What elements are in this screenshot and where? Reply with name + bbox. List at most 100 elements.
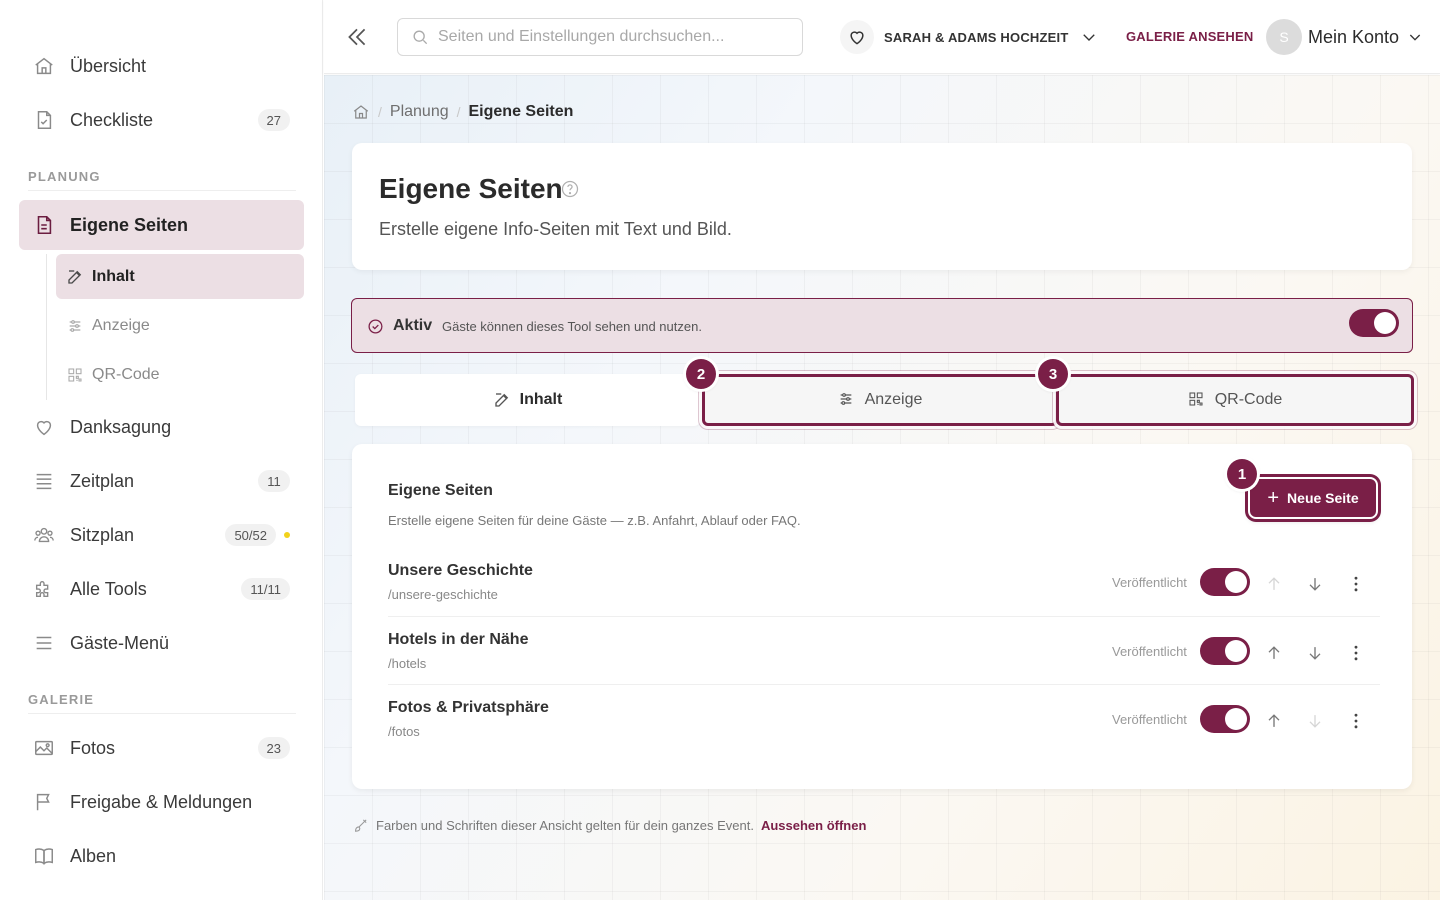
collapse-sidebar-icon[interactable] [344, 24, 370, 50]
table-row: Unsere Geschichte /unsere-geschichte Ver… [388, 552, 1380, 620]
page-row-title[interactable]: Hotels in der Nähe [388, 631, 528, 649]
list-icon [33, 470, 55, 492]
people-icon [33, 524, 55, 546]
open-appearance-link[interactable]: Aussehen öffnen [761, 818, 866, 833]
home-icon[interactable] [352, 103, 370, 121]
tab-label: Inhalt [519, 391, 563, 408]
image-icon [33, 737, 55, 759]
sidebar-item-fotos[interactable]: Fotos 23 [19, 723, 304, 773]
tab-label: Anzeige [864, 391, 923, 408]
arrow-down-icon[interactable] [1305, 711, 1325, 731]
tab-qr-code[interactable]: QR-Code [1056, 374, 1414, 426]
sidebar-item-label: Danksagung [70, 416, 172, 437]
account-menu[interactable]: S Mein Konto [1266, 19, 1423, 55]
section-label-planung: PLANUNG [28, 169, 101, 184]
publish-toggle[interactable] [1200, 705, 1250, 733]
arrow-up-icon[interactable] [1264, 574, 1284, 594]
chevron-down-icon [1407, 29, 1423, 45]
breadcrumb-separator: / [456, 104, 461, 120]
search-icon [410, 27, 430, 47]
breadcrumb-separator: / [378, 104, 382, 120]
count-badge: 11 [258, 470, 290, 492]
sidebar-item-label: Gäste-Menü [70, 632, 170, 653]
card-title: Eigene Seiten [388, 482, 493, 499]
document-icon [33, 214, 55, 236]
card-description: Erstelle eigene Seiten für deine Gäste —… [388, 513, 801, 528]
active-toggle[interactable] [1349, 309, 1399, 337]
avatar: S [1266, 19, 1302, 55]
pages-card: Eigene Seiten Erstelle eigene Seiten für… [352, 444, 1412, 789]
sidebar-item-freigabe[interactable]: Freigabe & Meldungen [19, 777, 304, 827]
page-title: Eigene Seiten [379, 173, 563, 204]
step-badge-3: 3 [1038, 359, 1068, 389]
arrow-down-icon[interactable] [1305, 643, 1325, 663]
sidebar-item-uebersicht[interactable]: Übersicht [19, 41, 304, 91]
count-badge: 11/11 [241, 578, 290, 600]
sidebar-subitem-inhalt[interactable]: Inhalt [56, 254, 304, 299]
event-selector[interactable]: SARAH & ADAMS HOCHZEIT [840, 20, 1098, 54]
sidebar-subitem-qr-code[interactable]: QR-Code [56, 352, 304, 397]
publish-toggle[interactable] [1200, 637, 1250, 665]
sidebar-item-label: Alben [70, 845, 117, 866]
sidebar-item-sitzplan[interactable]: Sitzplan 50/52 [19, 510, 304, 560]
page-row-path: /fotos [388, 724, 420, 739]
row-divider [388, 616, 1380, 617]
page-row-path: /unsere-geschichte [388, 587, 498, 602]
page-row-title[interactable]: Fotos & Privatsphäre [388, 699, 549, 717]
sidebar-subitem-label: QR-Code [92, 365, 160, 383]
sidebar-item-zeitplan[interactable]: Zeitplan 11 [19, 456, 304, 506]
sidebar-subitem-label: Inhalt [92, 267, 135, 285]
brush-icon [352, 817, 369, 834]
publish-toggle[interactable] [1200, 568, 1250, 596]
more-options-icon[interactable] [1346, 643, 1366, 663]
sidebar-item-label: Zeitplan [70, 470, 135, 491]
edit-icon [66, 268, 84, 286]
publish-status: Veröffentlicht [1112, 712, 1187, 727]
top-bar: SARAH & ADAMS HOCHZEIT GALERIE ANSEHEN S… [324, 0, 1440, 74]
sidebar-subitem-anzeige[interactable]: Anzeige [56, 303, 304, 348]
sidebar-item-alle-tools[interactable]: Alle Tools 11/11 [19, 564, 304, 614]
sidebar-item-checkliste[interactable]: Checkliste 27 [19, 95, 304, 145]
new-page-button[interactable]: + Neue Seite [1248, 477, 1378, 519]
puzzle-icon [33, 578, 55, 600]
tab-anzeige[interactable]: Anzeige [702, 374, 1058, 426]
breadcrumb-current: Eigene Seiten [468, 103, 574, 120]
page-row-title[interactable]: Unsere Geschichte [388, 562, 533, 580]
page-description: Erstelle eigene Info-Seiten mit Text und… [379, 219, 732, 239]
view-gallery-link[interactable]: GALERIE ANSEHEN [1126, 29, 1253, 44]
help-icon[interactable] [560, 179, 580, 199]
row-divider [388, 684, 1380, 685]
plus-icon: + [1267, 487, 1280, 509]
arrow-down-icon[interactable] [1305, 574, 1325, 594]
sidebar-item-alben[interactable]: Alben [19, 831, 304, 881]
breadcrumb-parent[interactable]: Planung [390, 103, 449, 121]
table-row: Hotels in der Nähe /hotels Veröffentlich… [388, 621, 1380, 689]
section-label-galerie: GALERIE [28, 692, 95, 707]
more-options-icon[interactable] [1346, 711, 1366, 731]
sidebar-item-danksagung[interactable]: Danksagung [19, 402, 304, 452]
home-icon [33, 55, 55, 77]
heart-icon [840, 20, 874, 54]
more-options-icon[interactable] [1346, 574, 1366, 594]
search-box[interactable] [397, 18, 803, 56]
checklist-icon [33, 109, 55, 131]
sidebar-item-gaeste-menu[interactable]: Gäste-Menü [19, 618, 304, 668]
arrow-up-icon[interactable] [1264, 711, 1284, 731]
divider [28, 713, 296, 714]
heart-icon [33, 416, 55, 438]
step-badge-1: 1 [1227, 459, 1257, 489]
sidebar-item-eigene-seiten[interactable]: Eigene Seiten [19, 200, 304, 250]
tab-inhalt[interactable]: Inhalt [355, 374, 700, 426]
breadcrumb: / Planung / Eigene Seiten [352, 101, 573, 123]
status-bar: Aktiv Gäste können dieses Tool sehen und… [351, 298, 1413, 353]
sliders-icon [66, 317, 84, 335]
table-row: Fotos & Privatsphäre /fotos Veröffentlic… [388, 689, 1380, 757]
book-icon [33, 845, 55, 867]
sliders-icon [838, 391, 856, 409]
count-badge: 23 [257, 737, 290, 759]
check-circle-icon [367, 318, 384, 335]
arrow-up-icon[interactable] [1264, 643, 1284, 663]
sidebar-item-label: Fotos [70, 737, 116, 758]
page-row-path: /hotels [388, 656, 427, 671]
search-input[interactable] [438, 28, 778, 46]
